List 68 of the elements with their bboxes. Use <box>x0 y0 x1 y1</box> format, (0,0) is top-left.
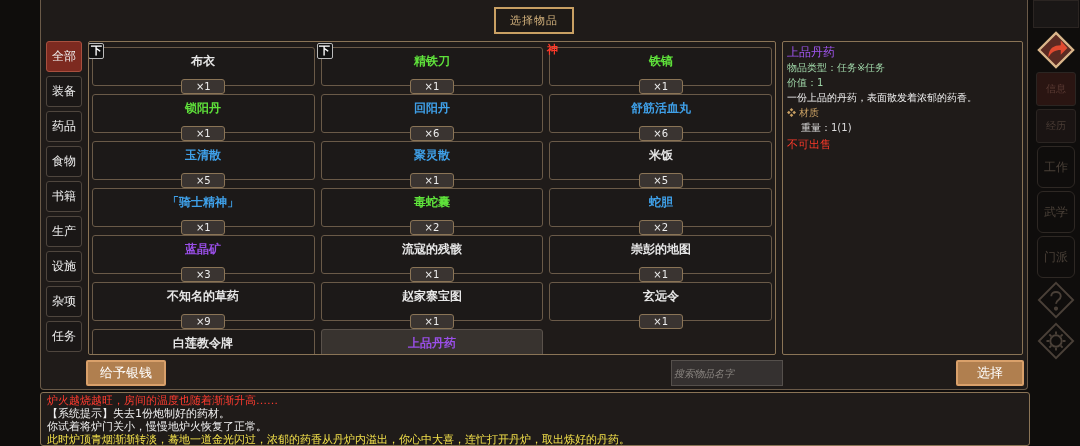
category-tab[interactable]: 生产 <box>46 216 82 247</box>
log-line: 【系统提示】失去1份炮制好的药材。 <box>47 407 231 420</box>
log-line: 炉火越烧越旺，房间的温度也随着渐渐升高…… <box>47 394 279 407</box>
category-tab[interactable]: 任务 <box>46 321 82 352</box>
sell-notice: 不可出售 <box>787 137 832 152</box>
item-count: ×1 <box>638 314 683 329</box>
item-name: 舒筋活血丸 <box>630 101 691 116</box>
item-name: 流寇的残骸 <box>402 242 462 257</box>
item-count: ×1 <box>410 79 454 94</box>
section-label: 材质 <box>799 106 819 120</box>
item-name: 不知名的草药 <box>167 289 240 304</box>
item-count: ×1 <box>410 173 454 188</box>
item-count: ×1 <box>638 267 683 282</box>
item-name: 锁阳丹 <box>185 101 222 116</box>
item-count: ×1 <box>181 126 226 141</box>
grade-label: 下 <box>89 43 104 59</box>
item-count: ×1 <box>638 79 683 94</box>
item-count: ×5 <box>638 173 683 188</box>
item-name: 白莲教令牌 <box>173 336 234 351</box>
item-name: 崇彭的地图 <box>630 242 691 257</box>
item-count: ×9 <box>181 314 226 329</box>
item-name: 蛇胆 <box>648 195 673 210</box>
diamond-icon <box>787 108 796 117</box>
category-tab[interactable]: 全部 <box>46 41 82 72</box>
item-count: ×3 <box>181 267 226 282</box>
dialog-title: 选择物品 <box>494 7 574 34</box>
item-name: 聚灵散 <box>414 148 450 163</box>
item-count: ×1 <box>410 267 454 282</box>
item-name: 毒蛇囊 <box>414 195 450 210</box>
category-tab[interactable]: 书籍 <box>46 181 82 212</box>
item-count: ×6 <box>638 126 683 141</box>
item-weight: 重量：1(1) <box>800 121 853 135</box>
item-title: 上品丹药 <box>787 45 836 60</box>
select-button[interactable]: 选择 <box>956 360 1024 386</box>
item-name: 布衣 <box>191 54 216 69</box>
item-name: 玄远令 <box>642 289 679 304</box>
item-count: ×5 <box>181 173 226 188</box>
item-name: 赵家寨宝图 <box>402 289 462 304</box>
item-value: 价值：1 <box>787 76 825 90</box>
item-count: ×2 <box>410 220 454 235</box>
item-count: ×2 <box>638 220 683 235</box>
category-tab[interactable]: 食物 <box>46 146 82 177</box>
give-money-button[interactable]: 给予银钱 <box>86 360 166 386</box>
item-count: ×1 <box>181 220 226 235</box>
category-tab[interactable]: 设施 <box>46 251 82 282</box>
grade-label: 神 <box>545 43 559 57</box>
item-name: 回阳丹 <box>414 101 450 116</box>
item-name: 上品丹药 <box>408 336 456 351</box>
search-field[interactable]: 搜索物品名字 <box>671 360 783 386</box>
item-count: ×1 <box>181 79 226 94</box>
log-line: 你试着将炉门关小，慢慢地炉火恢复了正常。 <box>47 420 268 433</box>
item-name: 蓝晶矿 <box>185 242 222 257</box>
item-count: ×1 <box>410 314 454 329</box>
log-line: 此时炉顶青烟渐渐转淡，蓦地一道金光闪过，浓郁的药香从丹炉内溢出，你心中大喜，连忙打开丹炉，取出炼好的丹药。 <box>47 433 631 446</box>
category-tab[interactable]: 杂项 <box>46 286 82 317</box>
share-icon[interactable] <box>1037 31 1075 69</box>
category-tab[interactable]: 药品 <box>46 111 82 142</box>
item-name: 铁镐 <box>648 54 673 69</box>
item-description: 一份上品的丹药，表面散发着浓郁的药香。 <box>787 91 978 105</box>
grade-label: 下 <box>316 43 333 59</box>
item-name: 米饭 <box>648 148 673 163</box>
item-name: 玉清散 <box>185 148 222 163</box>
item-name: 「骑士精神」 <box>167 195 240 210</box>
item-type: 物品类型：任务※任务 <box>787 61 887 75</box>
item-slot[interactable] <box>92 329 315 354</box>
item-count: ×6 <box>410 126 454 141</box>
item-name: 精铁刀 <box>414 54 450 69</box>
category-tab[interactable]: 装备 <box>46 76 82 107</box>
